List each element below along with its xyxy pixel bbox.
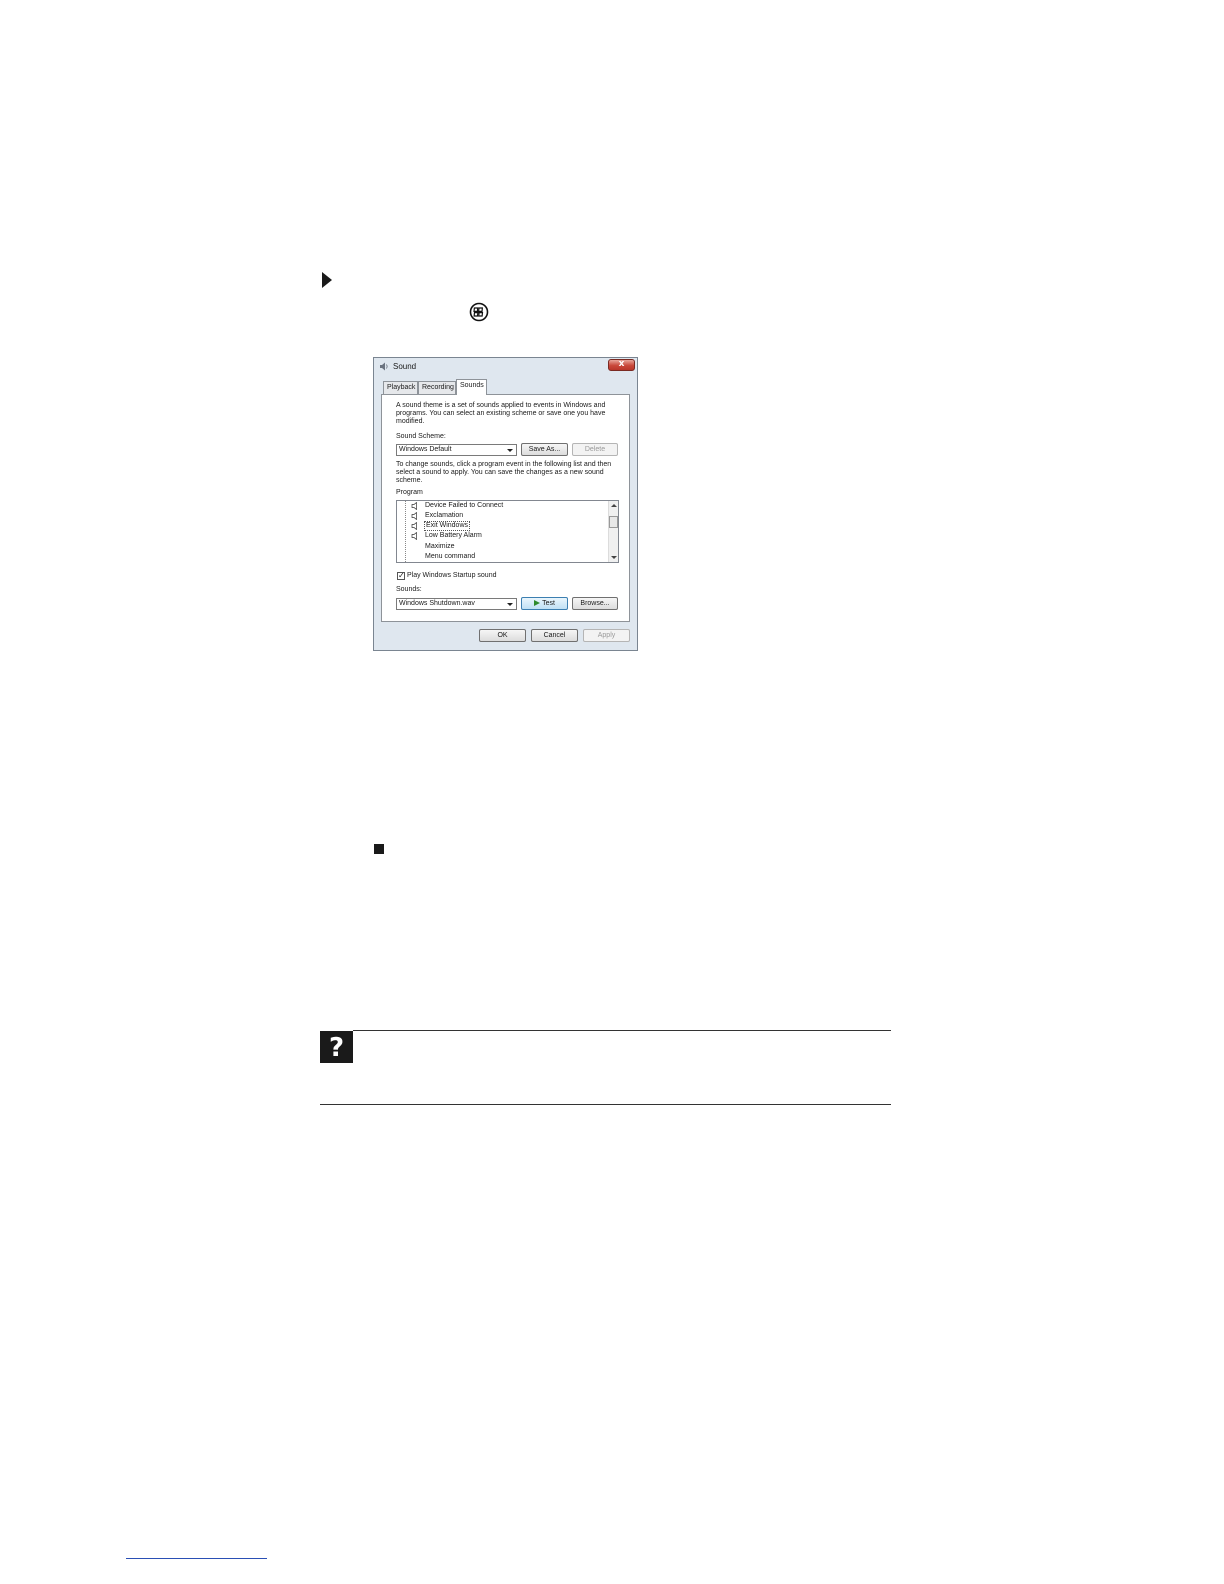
- program-events-list[interactable]: Device Failed to Connect Exclamation Exi…: [396, 500, 619, 563]
- speaker-icon: [411, 532, 417, 540]
- cancel-button[interactable]: Cancel: [531, 629, 578, 642]
- startup-sound-checkbox[interactable]: ✓: [397, 571, 405, 580]
- tree-connector: [405, 501, 407, 562]
- event-label: Exit Windows: [424, 521, 471, 531]
- footer-link-rule: [126, 1558, 267, 1559]
- test-button[interactable]: Test: [521, 597, 568, 610]
- sounds-label: Sounds:: [396, 586, 422, 593]
- sounds-value: Windows Shutdown.wav: [399, 600, 475, 607]
- speaker-icon: [411, 502, 417, 510]
- browse-button[interactable]: Browse...: [572, 597, 618, 610]
- tab-recording[interactable]: Recording: [418, 381, 456, 394]
- startup-sound-label: Play Windows Startup sound: [407, 572, 497, 579]
- step-arrow-icon: [322, 272, 332, 288]
- sounds-panel: A sound theme is a set of sounds applied…: [381, 394, 630, 622]
- close-button[interactable]: x: [608, 359, 635, 371]
- change-sounds-description: To change sounds, click a program event …: [396, 461, 612, 484]
- delete-button[interactable]: Delete: [572, 443, 618, 456]
- chevron-down-icon: [507, 449, 513, 452]
- checkmark-icon: ✓: [398, 571, 405, 580]
- sound-scheme-dropdown[interactable]: Windows Default: [396, 444, 517, 456]
- dialog-title: Sound: [393, 362, 417, 371]
- sound-scheme-value: Windows Default: [399, 446, 452, 453]
- end-of-procedure-icon: [374, 844, 384, 854]
- speaker-icon: [411, 522, 417, 530]
- speaker-icon: [411, 512, 417, 520]
- help-icon: ?: [320, 1031, 353, 1063]
- scheme-description: A sound theme is a set of sounds applied…: [396, 402, 606, 425]
- event-label: Menu command: [425, 553, 476, 560]
- scheme-label: Sound Scheme:: [396, 433, 446, 440]
- event-label: Low Battery Alarm: [425, 532, 482, 539]
- close-icon: x: [618, 359, 625, 369]
- event-label: Exclamation: [425, 512, 464, 519]
- help-top-rule: [353, 1030, 891, 1031]
- program-label: Program: [396, 489, 423, 496]
- list-scrollbar[interactable]: [608, 501, 618, 562]
- chevron-down-icon: [507, 603, 513, 606]
- sounds-dropdown[interactable]: Windows Shutdown.wav: [396, 598, 517, 610]
- apply-button[interactable]: Apply: [583, 629, 630, 642]
- event-label: Maximize: [425, 543, 455, 550]
- tab-playback[interactable]: Playback: [383, 381, 418, 394]
- play-icon: [534, 600, 541, 606]
- help-glyph: ?: [329, 1033, 344, 1063]
- scroll-thumb[interactable]: [609, 516, 618, 528]
- title-bar: Sound x: [374, 358, 637, 375]
- save-as-button[interactable]: Save As...: [521, 443, 568, 456]
- test-button-label: Test: [542, 600, 555, 607]
- scroll-down-arrow-icon[interactable]: [611, 556, 617, 559]
- event-label: Device Failed to Connect: [425, 502, 504, 509]
- ok-button[interactable]: OK: [479, 629, 526, 642]
- windows-start-button-icon: [469, 302, 489, 322]
- tab-sounds[interactable]: Sounds: [456, 379, 487, 395]
- scroll-up-arrow-icon[interactable]: [611, 504, 617, 507]
- speaker-icon: [380, 362, 388, 371]
- sound-dialog: Sound x Playback Recording Sounds A soun…: [373, 357, 638, 651]
- help-bottom-rule: [320, 1104, 891, 1105]
